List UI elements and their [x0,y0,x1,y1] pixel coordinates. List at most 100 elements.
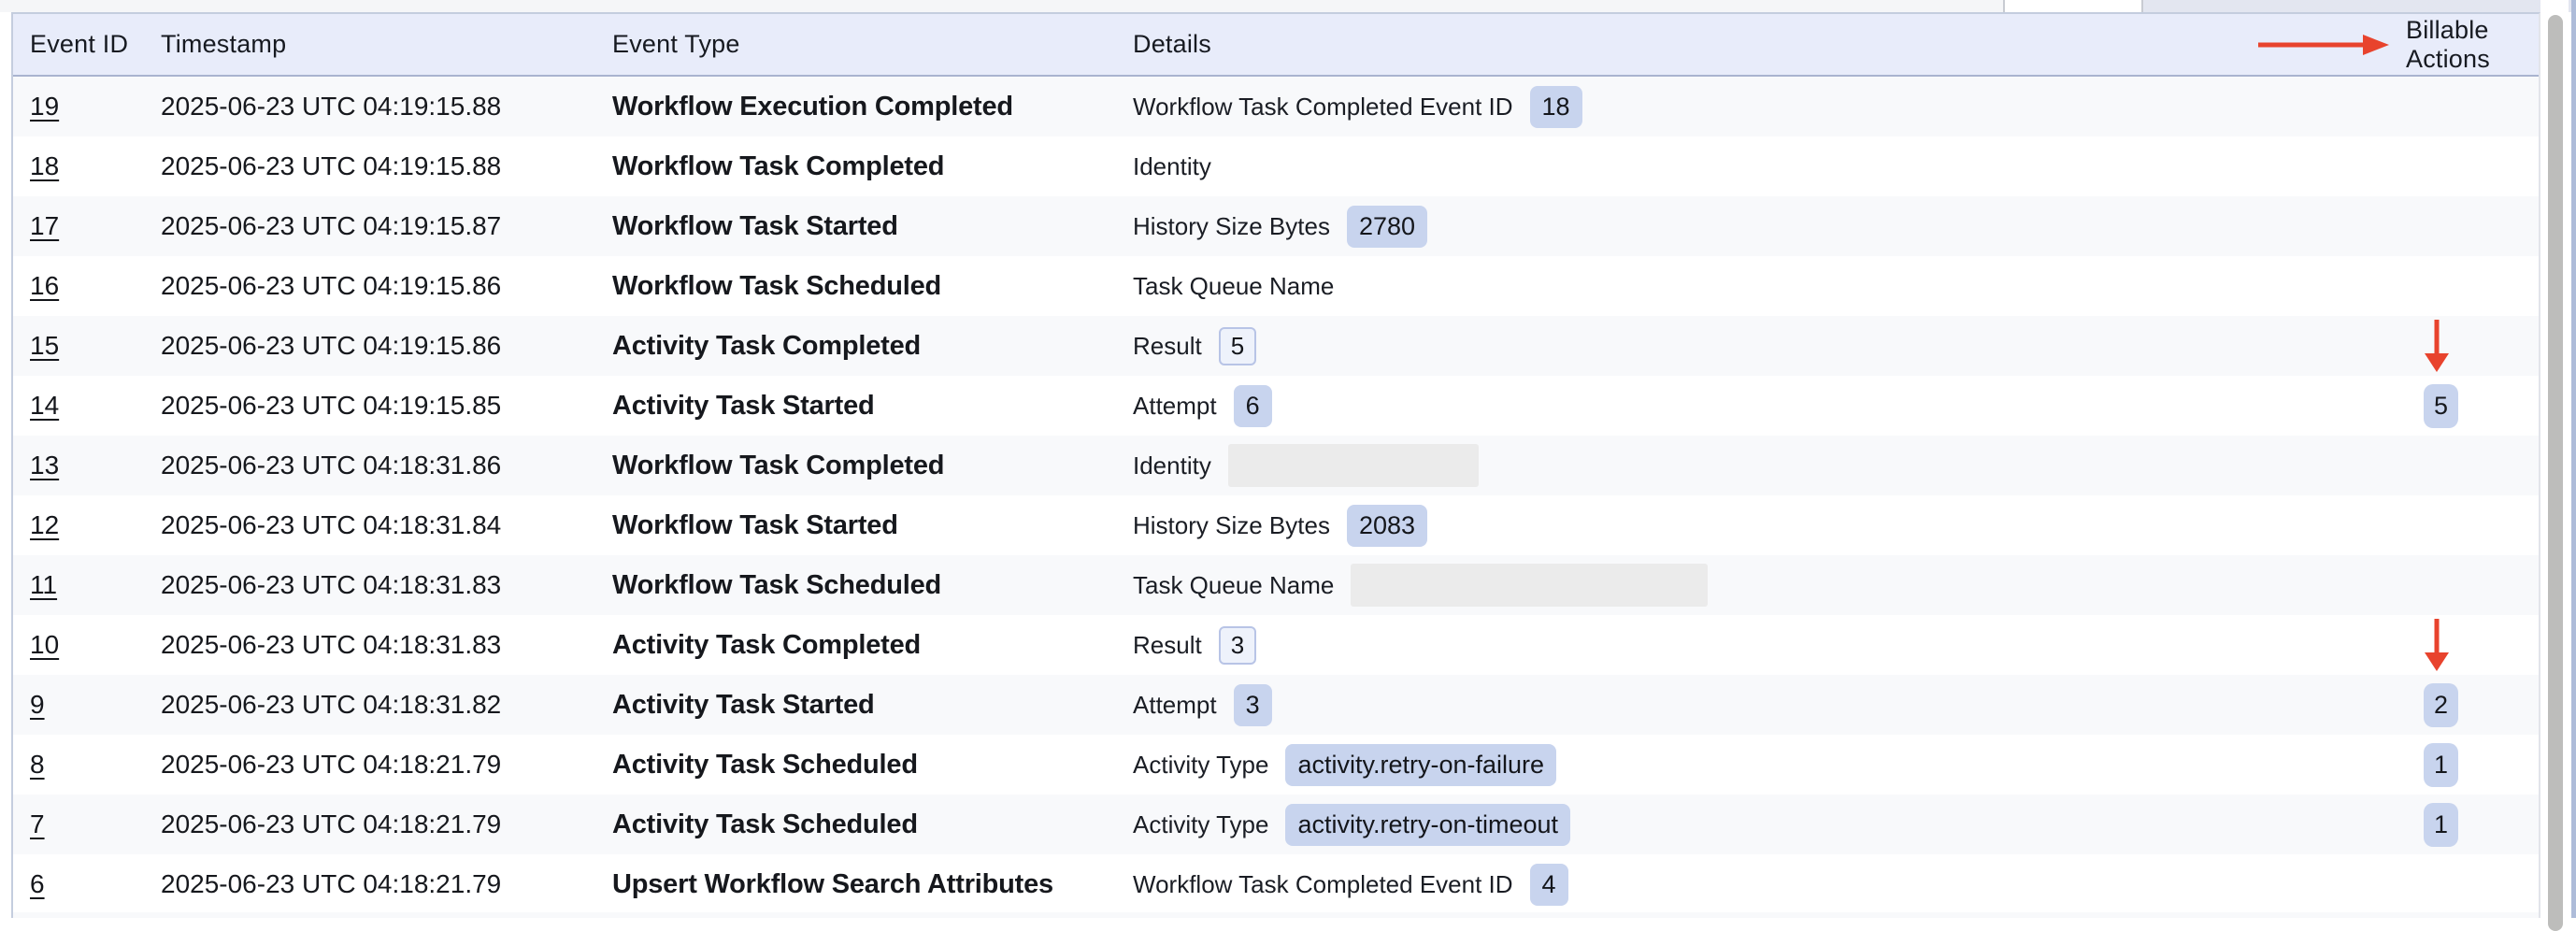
event-id-link[interactable]: 7 [30,809,45,838]
billable-actions-cell [2258,196,2539,256]
billable-actions-cell: 1 [2258,795,2539,854]
table-row: 7 2025-06-23 UTC 04:18:21.79 Activity Ta… [13,795,2539,854]
annotation-arrow-down-icon [2425,320,2449,372]
event-id-cell: 11 [30,570,161,600]
event-id-link[interactable]: 15 [30,331,59,360]
event-id-link[interactable]: 13 [30,451,59,480]
column-header-timestamp: Timestamp [161,30,612,59]
event-type-cell: Workflow Task Started [612,211,1133,242]
detail-label: Activity Type [1133,751,1268,780]
event-id-link[interactable]: 12 [30,510,59,539]
column-header-event-type: Event Type [612,30,1133,59]
event-id-cell: 7 [30,809,161,839]
table-row: 16 2025-06-23 UTC 04:19:15.86 Workflow T… [13,256,2539,316]
details-cell: History Size Bytes 2780 [1133,206,2258,248]
detail-value-badge: 6 [1234,385,1272,427]
event-id-link[interactable]: 11 [30,570,57,599]
event-type-cell: Activity Task Started [612,690,1133,721]
event-id-cell: 18 [30,151,161,181]
timestamp-cell: 2025-06-23 UTC 04:19:15.87 [161,211,612,241]
column-header-event-id: Event ID [30,30,161,59]
detail-label: History Size Bytes [1133,511,1330,540]
event-id-link[interactable]: 17 [30,211,59,240]
billable-actions-cell [2258,256,2539,316]
timestamp-cell: 2025-06-23 UTC 04:18:21.79 [161,809,612,839]
timestamp-cell: 2025-06-23 UTC 04:18:31.84 [161,510,612,540]
event-id-link[interactable]: 18 [30,151,59,180]
event-history-table: Event ID Timestamp Event Type Details Bi… [11,12,2540,918]
event-type-cell: Activity Task Started [612,391,1133,422]
detail-label: Activity Type [1133,810,1268,839]
detail-label: Result [1133,332,1202,361]
detail-label: Result [1133,631,1202,660]
details-cell: Activity Type activity.retry-on-failure [1133,744,2258,786]
event-id-link[interactable]: 8 [30,750,45,779]
event-id-link[interactable]: 19 [30,92,59,121]
billable-actions-cell: 2 [2258,675,2539,735]
event-id-cell: 17 [30,211,161,241]
details-cell: Task Queue Name [1133,272,2258,301]
table-row: 15 2025-06-23 UTC 04:19:15.86 Activity T… [13,316,2539,376]
table-row: 13 2025-06-23 UTC 04:18:31.86 Workflow T… [13,436,2539,495]
table-row: 10 2025-06-23 UTC 04:18:31.83 Activity T… [13,615,2539,675]
top-bar-segment-middle [2003,0,2143,12]
detail-value-badge: activity.retry-on-failure [1285,744,1556,786]
event-id-link[interactable]: 16 [30,271,59,300]
event-id-cell: 8 [30,750,161,780]
top-bar-segment-left [0,0,2003,12]
detail-label: Task Queue Name [1133,571,1334,600]
table-row: 8 2025-06-23 UTC 04:18:21.79 Activity Ta… [13,735,2539,795]
detail-value-badge: 4 [1530,864,1568,906]
window-edge-line [2571,0,2576,918]
event-id-link[interactable]: 6 [30,869,45,898]
table-row: 19 2025-06-23 UTC 04:19:15.88 Workflow E… [13,77,2539,136]
timestamp-cell: 2025-06-23 UTC 04:19:15.85 [161,391,612,421]
timestamp-cell: 2025-06-23 UTC 04:18:31.83 [161,630,612,660]
billable-actions-badge: 1 [2424,743,2458,787]
detail-value-badge: activity.retry-on-timeout [1285,804,1570,846]
details-cell: Activity Type activity.retry-on-timeout [1133,804,2258,846]
event-id-link[interactable]: 10 [30,630,59,659]
event-id-link[interactable]: 9 [30,690,45,719]
timestamp-cell: 2025-06-23 UTC 04:19:15.88 [161,92,612,122]
detail-value-badge: 18 [1530,86,1582,128]
timestamp-cell: 2025-06-23 UTC 04:18:31.86 [161,451,612,480]
top-bar-segment-right [2143,0,2576,12]
detail-label: Attempt [1133,392,1217,421]
detail-label: Workflow Task Completed Event ID [1133,870,1513,899]
column-header-billable-actions: Billable Actions [2258,16,2539,74]
billable-actions-cell [2258,136,2539,196]
detail-label: Workflow Task Completed Event ID [1133,93,1513,122]
billable-actions-cell [2258,495,2539,555]
details-cell: History Size Bytes 2083 [1133,505,2258,547]
details-cell: Identity [1133,152,2258,181]
event-type-cell: Workflow Task Completed [612,151,1133,182]
column-header-details: Details [1133,30,2258,59]
event-id-cell: 6 [30,869,161,899]
detail-label: History Size Bytes [1133,212,1330,241]
event-id-link[interactable]: 14 [30,391,59,420]
billable-actions-badge: 1 [2424,803,2458,847]
table-row: 9 2025-06-23 UTC 04:18:31.82 Activity Ta… [13,675,2539,735]
redacted-value-box [1228,444,1479,487]
details-cell: Attempt 6 [1133,385,2258,427]
billable-actions-cell: 1 [2258,735,2539,795]
timestamp-cell: 2025-06-23 UTC 04:18:31.82 [161,690,612,720]
event-type-cell: Activity Task Completed [612,630,1133,661]
event-type-cell: Workflow Task Completed [612,451,1133,481]
billable-actions-cell [2258,436,2539,495]
event-type-cell: Workflow Task Started [612,510,1133,541]
timestamp-cell: 2025-06-23 UTC 04:18:31.83 [161,570,612,600]
billable-actions-badge: 2 [2424,683,2458,727]
table-row: 11 2025-06-23 UTC 04:18:31.83 Workflow T… [13,555,2539,615]
event-id-cell: 19 [30,92,161,122]
billable-actions-cell [2258,615,2539,675]
details-cell: Result 3 [1133,626,2258,665]
billable-actions-badge: 5 [2424,384,2458,428]
details-cell: Attempt 3 [1133,684,2258,726]
scrollbar-thumb[interactable] [2548,15,2563,931]
timestamp-cell: 2025-06-23 UTC 04:19:15.86 [161,331,612,361]
table-row: 14 2025-06-23 UTC 04:19:15.85 Activity T… [13,376,2539,436]
event-type-cell: Workflow Task Scheduled [612,271,1133,302]
detail-label: Task Queue Name [1133,272,1334,301]
